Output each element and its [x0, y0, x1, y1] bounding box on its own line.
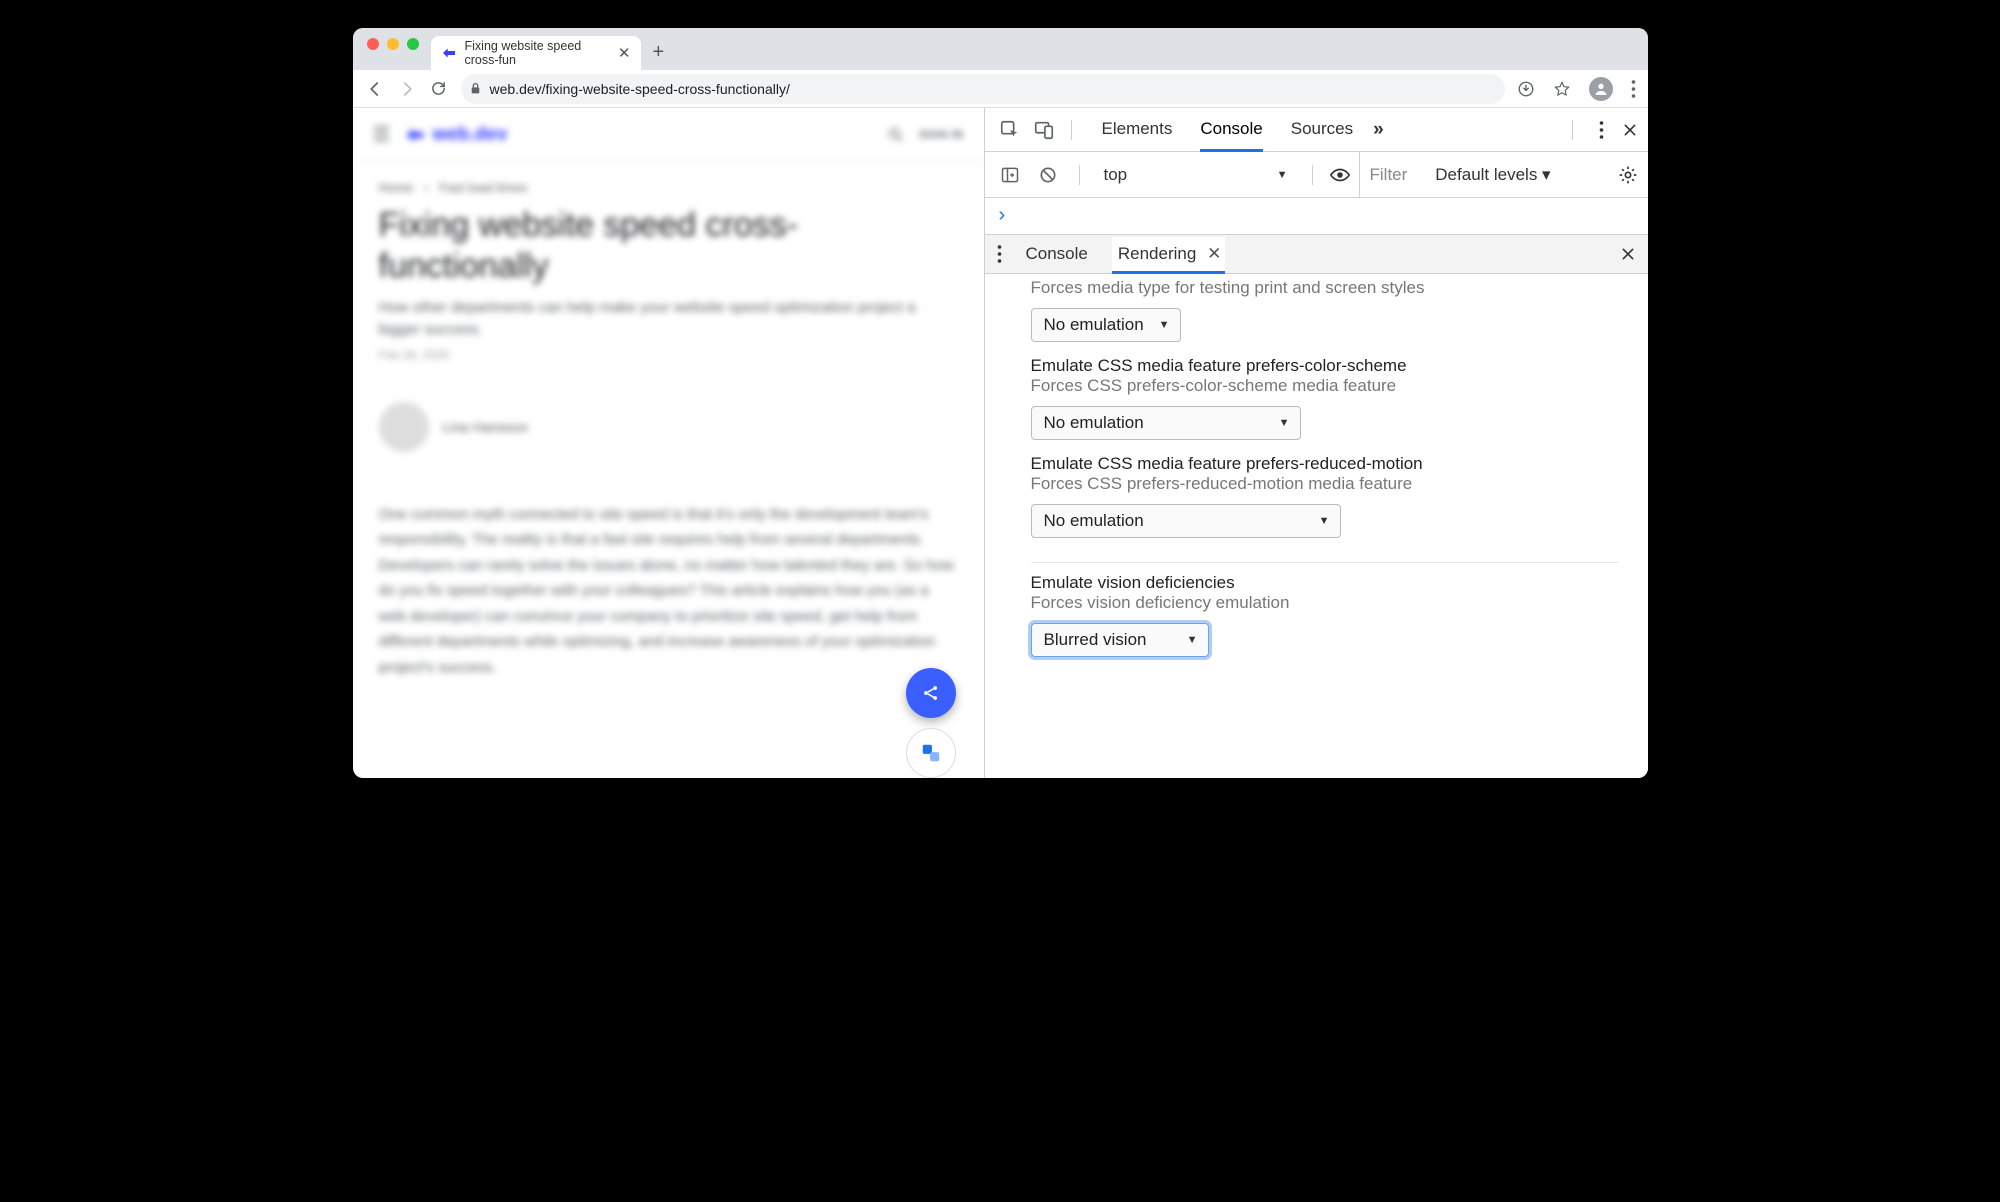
- brand-text: web.dev: [432, 124, 507, 146]
- site-brand[interactable]: web.dev: [404, 124, 507, 146]
- console-sidebar-icon[interactable]: [995, 165, 1025, 185]
- publish-date: Feb 28, 2020: [353, 342, 984, 362]
- lock-icon: [469, 82, 482, 95]
- author-name[interactable]: Lina Hansson: [443, 419, 529, 435]
- breadcrumb-home[interactable]: Home: [379, 180, 414, 195]
- devtools-kebab-icon[interactable]: [1599, 121, 1604, 139]
- inspect-element-icon[interactable]: [995, 119, 1025, 141]
- clear-console-icon[interactable]: [1033, 165, 1063, 185]
- vision-desc: Forces vision deficiency emulation: [1031, 593, 1618, 613]
- media-type-select[interactable]: No emulation ▼: [1031, 308, 1181, 342]
- console-filter-input[interactable]: Filter: [1359, 152, 1418, 197]
- console-output: ›: [985, 198, 1648, 234]
- drawer-tab-rendering[interactable]: Rendering ✕: [1112, 237, 1225, 274]
- tab-strip: Fixing website speed cross-fun ✕ +: [353, 28, 1648, 70]
- url-text: web.dev/fixing-website-speed-cross-funct…: [490, 81, 790, 97]
- author-avatar-icon: [379, 402, 429, 452]
- reduced-motion-select[interactable]: No emulation ▼: [1031, 504, 1341, 538]
- live-expression-icon[interactable]: [1329, 164, 1351, 186]
- browser-window: Fixing website speed cross-fun ✕ + web.d…: [353, 28, 1648, 778]
- log-levels-select[interactable]: Default levels ▾: [1425, 165, 1550, 185]
- execution-context-select[interactable]: top ▼: [1096, 160, 1296, 190]
- profile-avatar-icon[interactable]: [1589, 77, 1613, 101]
- share-fab-button[interactable]: [906, 668, 956, 718]
- reload-button[interactable]: [429, 80, 449, 97]
- vision-deficiency-select[interactable]: Blurred vision ▼: [1031, 623, 1209, 657]
- drawer-close-icon[interactable]: [1620, 246, 1636, 262]
- drawer-tab-console[interactable]: Console: [1026, 237, 1088, 271]
- media-type-desc: Forces media type for testing print and …: [1031, 278, 1618, 298]
- tab-console[interactable]: Console: [1200, 109, 1262, 152]
- chevron-down-icon: ▼: [1319, 515, 1330, 527]
- page-title: Fixing website speed cross-functionally: [353, 195, 984, 287]
- new-tab-button[interactable]: +: [641, 41, 677, 70]
- rendering-drawer-body[interactable]: Forces media type for testing print and …: [985, 274, 1648, 778]
- bookmark-star-icon[interactable]: [1553, 80, 1571, 98]
- devtools-close-icon[interactable]: [1622, 122, 1638, 138]
- devtools-top-tabs: Elements Console Sources »: [985, 108, 1648, 152]
- vision-title: Emulate vision deficiencies: [1031, 573, 1618, 593]
- kebab-menu-icon[interactable]: [1631, 80, 1636, 98]
- install-icon[interactable]: [1517, 80, 1535, 98]
- drawer-tab-rendering-label: Rendering: [1118, 244, 1196, 263]
- favicon-icon: [441, 45, 457, 61]
- color-scheme-select[interactable]: No emulation ▼: [1031, 406, 1301, 440]
- section-divider: [1031, 562, 1618, 563]
- browser-tab[interactable]: Fixing website speed cross-fun ✕: [431, 36, 641, 70]
- color-scheme-title: Emulate CSS media feature prefers-color-…: [1031, 356, 1618, 376]
- reduced-motion-desc: Forces CSS prefers-reduced-motion media …: [1031, 474, 1618, 494]
- translate-fab-button[interactable]: [906, 728, 956, 778]
- author-block: Lina Hansson: [353, 362, 984, 452]
- console-settings-icon[interactable]: [1618, 165, 1638, 185]
- forward-button[interactable]: [397, 80, 417, 98]
- chevron-down-icon: ▼: [1279, 417, 1290, 429]
- breadcrumb-separator: ›: [424, 180, 428, 195]
- color-scheme-value: No emulation: [1044, 413, 1144, 433]
- media-type-value: No emulation: [1044, 315, 1144, 335]
- hamburger-menu-icon[interactable]: ☰: [373, 122, 391, 147]
- console-prompt-icon: ›: [999, 204, 1006, 226]
- article-body: One common myth connected to site speed …: [353, 452, 984, 711]
- color-scheme-desc: Forces CSS prefers-color-scheme media fe…: [1031, 376, 1618, 396]
- chevron-down-icon: ▼: [1187, 634, 1198, 646]
- vision-value: Blurred vision: [1044, 630, 1147, 650]
- tab-sources[interactable]: Sources: [1291, 109, 1353, 150]
- address-bar: web.dev/fixing-website-speed-cross-funct…: [353, 70, 1648, 108]
- minimize-window-icon[interactable]: [387, 38, 399, 50]
- reduced-motion-title: Emulate CSS media feature prefers-reduce…: [1031, 454, 1618, 474]
- page-subtitle: How other departments can help make your…: [353, 287, 984, 342]
- drawer-kebab-icon[interactable]: [997, 245, 1002, 263]
- breadcrumb: Home › Fast load times: [353, 162, 984, 195]
- more-tabs-icon[interactable]: »: [1373, 119, 1384, 141]
- chevron-down-icon: ▼: [1159, 319, 1170, 331]
- signin-button[interactable]: SIGN IN: [919, 129, 963, 141]
- console-toolbar: top ▼ Filter Default levels ▾: [985, 152, 1648, 198]
- close-tab-icon[interactable]: ✕: [618, 44, 631, 62]
- reduced-motion-value: No emulation: [1044, 511, 1144, 531]
- close-drawer-tab-icon[interactable]: ✕: [1207, 244, 1221, 263]
- window-controls: [361, 38, 427, 60]
- drawer-tab-bar: Console Rendering ✕: [985, 234, 1648, 274]
- close-window-icon[interactable]: [367, 38, 379, 50]
- url-field[interactable]: web.dev/fixing-website-speed-cross-funct…: [461, 74, 1505, 104]
- back-button[interactable]: [365, 80, 385, 98]
- web-page-viewport: ☰ web.dev SIGN IN Home › Fast load times…: [353, 108, 985, 778]
- device-toolbar-icon[interactable]: [1029, 119, 1059, 141]
- breadcrumb-section[interactable]: Fast load times: [439, 180, 527, 195]
- maximize-window-icon[interactable]: [407, 38, 419, 50]
- search-icon[interactable]: [887, 126, 905, 144]
- context-value: top: [1104, 165, 1128, 185]
- tab-elements[interactable]: Elements: [1102, 109, 1173, 150]
- devtools-panel: Elements Console Sources » top ▼: [985, 108, 1648, 778]
- tab-title: Fixing website speed cross-fun: [465, 39, 610, 67]
